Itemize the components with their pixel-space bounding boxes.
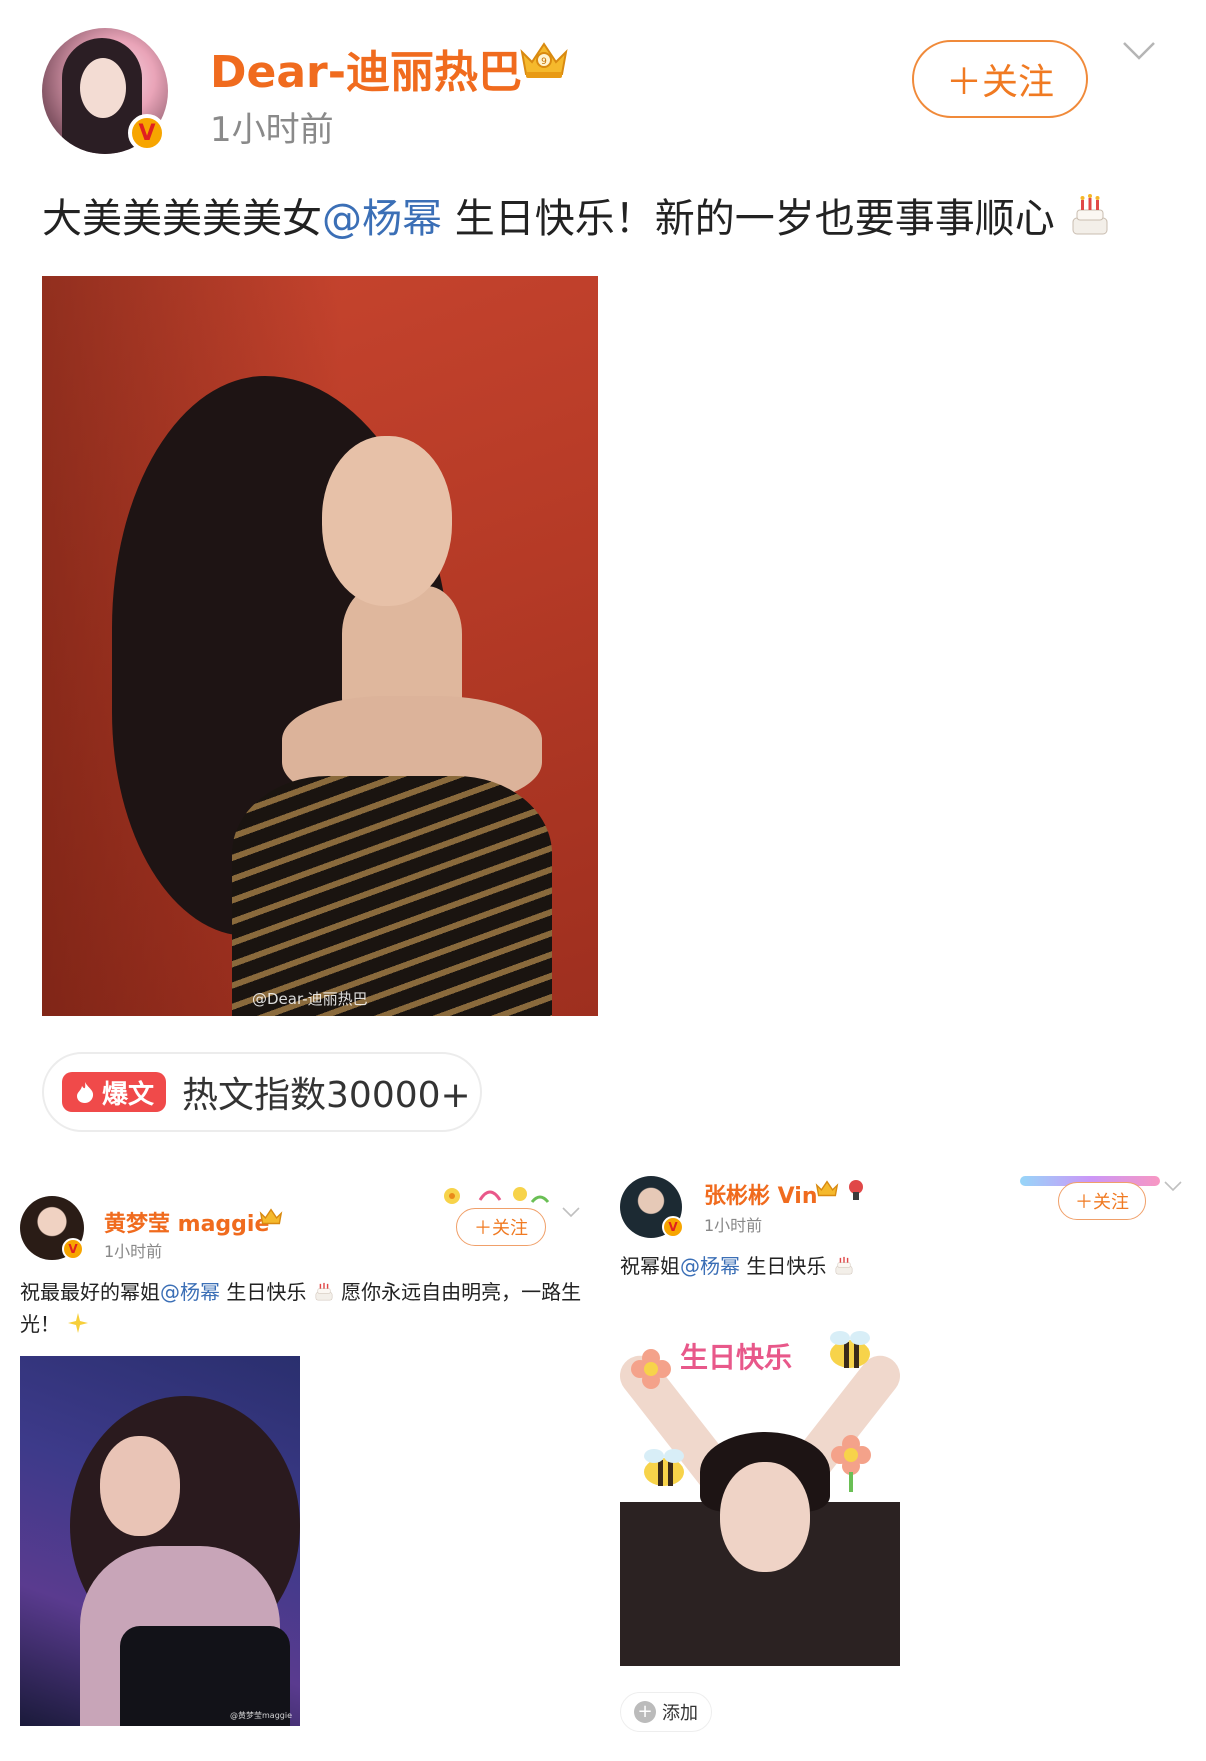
verified-icon: V: [128, 114, 166, 152]
post-text-part: 祝最最好的幂姐: [20, 1280, 160, 1304]
image-watermark: @黄梦莹maggie: [230, 1711, 292, 1720]
crown-icon: 9: [520, 42, 568, 78]
repost-right-follow-button[interactable]: ＋关注: [1058, 1182, 1146, 1220]
plus-icon: +: [634, 1701, 656, 1723]
image-watermark: @Dear-迪丽热巴: [252, 990, 368, 1008]
chevron-down-icon[interactable]: [1164, 1180, 1182, 1192]
hot-tag: 爆文: [62, 1072, 167, 1112]
repost-left-follow-button[interactable]: ＋关注: [456, 1208, 546, 1246]
follow-button[interactable]: ＋关注: [912, 40, 1088, 118]
sparkle-icon: [68, 1313, 89, 1333]
repost-right-text: 祝幂姐@杨幂 生日快乐: [620, 1250, 1180, 1282]
repost-right-time: 1小时前: [704, 1216, 763, 1235]
hot-tag-label: 爆文: [102, 1079, 155, 1110]
main-username[interactable]: Dear-迪丽热巴: [210, 36, 522, 100]
repost-left-text: 祝最最好的幂姐@杨幂 生日快乐 愿你永远自由明亮，一路生光！: [20, 1276, 590, 1340]
hot-index-text: 热文指数30000+: [182, 1075, 471, 1116]
main-post-text: 大美美美美美女@杨幂 生日快乐！新的一岁也要事事顺心: [42, 186, 1182, 244]
flower-icon: [631, 1349, 671, 1389]
chevron-down-icon[interactable]: [562, 1206, 580, 1218]
repost-right-image[interactable]: 生日快乐: [620, 1322, 900, 1666]
flower-icon: [831, 1435, 871, 1492]
post-text-part: 祝幂姐: [620, 1254, 680, 1278]
birthday-sticker-text: 生日快乐: [680, 1341, 793, 1374]
add-label: 添加: [662, 1703, 698, 1724]
mention-link[interactable]: @杨幂: [160, 1280, 220, 1304]
crown-icon: [815, 1180, 839, 1197]
bee-icon: [644, 1449, 684, 1486]
bee-icon: [830, 1331, 870, 1368]
main-post-time: 1小时前: [210, 110, 334, 150]
mention-link[interactable]: @杨幂: [680, 1254, 740, 1278]
verified-icon: V: [62, 1238, 84, 1260]
post-text-part: 大美美美美美女: [42, 196, 322, 242]
repost-left-username[interactable]: 黄梦莹 maggie: [104, 1206, 269, 1238]
decoration-icon: [444, 1187, 550, 1204]
post-text-part: 生日快乐: [740, 1254, 827, 1278]
cake-icon: [1072, 194, 1108, 235]
mention-link[interactable]: @杨幂: [322, 196, 442, 242]
weibo-fire-icon: [77, 1082, 94, 1103]
post-text-part: 生日快乐！新的一岁也要事事顺心: [442, 196, 1055, 242]
repost-right-username[interactable]: 张彬彬 Vin: [704, 1178, 818, 1210]
cake-icon: [835, 1256, 853, 1275]
cake-icon: [315, 1282, 333, 1301]
main-post-image[interactable]: @Dear-迪丽热巴: [42, 276, 598, 1016]
chevron-down-icon[interactable]: [1122, 40, 1156, 62]
svg-text:9: 9: [541, 57, 547, 67]
repost-left-image[interactable]: @黄梦莹maggie: [20, 1356, 300, 1726]
add-button[interactable]: + 添加: [620, 1692, 712, 1732]
verified-icon: V: [662, 1216, 684, 1238]
crown-icon: [259, 1208, 283, 1225]
post-text-part: 生日快乐: [220, 1280, 307, 1304]
repost-left-time: 1小时前: [104, 1242, 163, 1261]
hot-post-badge[interactable]: 爆文 热文指数30000+: [42, 1052, 482, 1132]
badge-icon: [849, 1180, 863, 1200]
